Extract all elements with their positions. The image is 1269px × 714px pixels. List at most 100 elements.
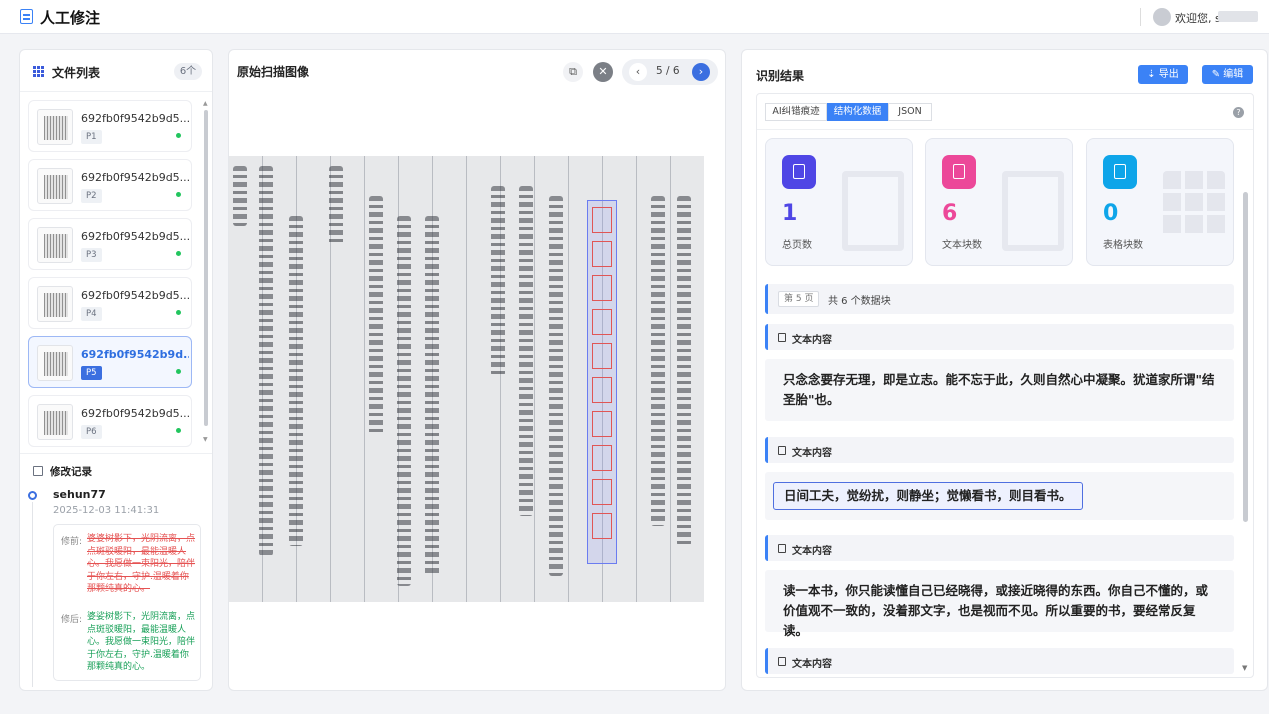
document-icon <box>778 657 786 666</box>
stat-card-pages: 1 总页数 <box>765 138 913 266</box>
stat-label: 总页数 <box>782 240 812 251</box>
file-item[interactable]: 692fb0f9542b9d5... P6 <box>28 395 192 447</box>
file-name: 692fb0f9542b9d5... <box>81 289 189 302</box>
page-info-bar: 第 5 页 共 6 个数据块 <box>765 284 1234 314</box>
stat-card-table-blocks: 0 表格块数 <box>1086 138 1234 266</box>
history-card: 修前: 婆婆树影下，光阴流离，点点斑驳暖阳，最能温暖人心。我愿做一束阳光，陪伴于… <box>53 524 201 681</box>
document-icon <box>20 9 33 24</box>
avatar[interactable] <box>1153 8 1171 26</box>
file-name: 692fb0f9542b9d... <box>81 348 189 361</box>
close-icon[interactable]: ✕ <box>593 62 613 82</box>
block-heading: 文本内容 <box>765 648 1234 674</box>
page-indicator: 5 / 6 <box>656 65 680 77</box>
handwriting-column <box>289 216 303 546</box>
page-tag: P1 <box>81 130 102 144</box>
document-watermark-icon <box>842 171 904 251</box>
stat-value: 0 <box>1103 201 1119 226</box>
text-block[interactable]: 读一本书，你只能读懂自己已经晓得，或接近晓得的东西。你自己不懂的，或价值观不一致… <box>765 570 1234 638</box>
result-scrollbar[interactable] <box>1243 192 1248 522</box>
scroll-up-icon[interactable]: ▲ <box>203 100 208 107</box>
file-item[interactable]: 692fb0f9542b9d5... P2 <box>28 159 192 211</box>
scan-panel: 原始扫描图像 ⧉ ✕ ‹ 5 / 6 › <box>228 49 726 691</box>
block-heading-label: 文本内容 <box>792 659 832 670</box>
status-dot <box>176 192 181 197</box>
result-panel: 识别结果 ⇣ 导出 ✎ 编辑 AI纠错痕迹 结构化数据 JSON ? 1 总页数… <box>741 49 1268 691</box>
handwriting-column <box>369 196 383 436</box>
result-title: 识别结果 <box>756 69 805 83</box>
prev-page-button[interactable]: ‹ <box>629 63 647 81</box>
file-name: 692fb0f9542b9d5... <box>81 112 189 125</box>
document-icon <box>782 155 816 189</box>
file-item[interactable]: 692fb0f9542b9d5... P1 <box>28 100 192 152</box>
divider <box>757 129 1253 130</box>
page-tag: 第 5 页 <box>778 291 820 307</box>
block-heading-label: 文本内容 <box>792 448 832 459</box>
status-dot <box>176 310 181 315</box>
page-tag: P5 <box>81 366 102 380</box>
handwriting-column <box>549 196 563 576</box>
edit-button[interactable]: ✎ 编辑 <box>1202 65 1253 84</box>
text-block[interactable]: 只念念要存无理，即是立志。能不忘于此，久则自然心中凝聚。犹道家所谓"结圣胎"也。 <box>765 359 1234 421</box>
tab-json[interactable]: JSON <box>888 103 932 121</box>
stat-label: 表格块数 <box>1103 240 1143 251</box>
page-tag: P6 <box>81 425 102 439</box>
handwriting-column <box>397 216 411 586</box>
handwriting-column <box>519 186 533 516</box>
stat-card-text-blocks: 6 文本块数 <box>925 138 1073 266</box>
username-redacted <box>1218 11 1258 22</box>
grid-icon <box>33 66 44 77</box>
scan-image[interactable] <box>229 156 704 602</box>
timeline-dot <box>28 491 37 500</box>
page-tag: P4 <box>81 307 102 321</box>
document-icon <box>778 446 786 455</box>
timeline-line <box>32 502 33 687</box>
status-dot <box>176 428 181 433</box>
file-name: 692fb0f9542b9d5... <box>81 230 189 243</box>
status-dot <box>176 133 181 138</box>
copy-icon[interactable]: ⧉ <box>563 62 583 82</box>
file-list: 692fb0f9542b9d5... P1 692fb0f9542b9d5...… <box>28 100 204 492</box>
handwriting-column <box>651 196 665 526</box>
selected-text[interactable]: 日间工夫，觉纷扰，则静坐；觉懒看书，则目看书。 <box>773 482 1083 510</box>
stat-label: 文本块数 <box>942 240 982 251</box>
file-name: 692fb0f9542b9d5... <box>81 171 189 184</box>
block-heading: 文本内容 <box>765 535 1234 561</box>
handwriting-column <box>233 166 247 226</box>
file-thumbnail <box>37 404 73 440</box>
document-icon <box>778 333 786 342</box>
file-count-badge: 6个 <box>174 63 202 80</box>
file-item-active[interactable]: 692fb0f9542b9d... P5 <box>28 336 192 388</box>
tab-structured-data[interactable]: 结构化数据 <box>827 103 888 121</box>
after-label: 修后: <box>61 615 83 625</box>
file-thumbnail <box>37 227 73 263</box>
text-block-icon <box>942 155 976 189</box>
history-time: 2025-12-03 11:41:31 <box>53 505 160 516</box>
history-user: sehun77 <box>53 488 106 501</box>
text-block-selected[interactable]: 日间工夫，觉纷扰，则静坐；觉懒看书，则目看书。 <box>765 472 1234 520</box>
file-list-scrollbar[interactable] <box>204 110 208 426</box>
handwriting-column <box>259 166 273 556</box>
scroll-down-icon[interactable]: ▼ <box>203 436 208 443</box>
export-button[interactable]: ⇣ 导出 <box>1138 65 1188 84</box>
page-tag: P2 <box>81 189 102 203</box>
welcome-text: 欢迎您, s <box>1175 12 1221 25</box>
selection-highlight[interactable] <box>587 200 617 564</box>
before-text: 婆婆树影下，光阴流离，点点斑驳暖阳，最能温暖人心。我愿做一束阳光，陪伴于你左右，… <box>87 534 196 594</box>
file-thumbnail <box>37 109 73 145</box>
status-dot <box>176 369 181 374</box>
before-label: 修前: <box>61 537 83 547</box>
block-heading: 文本内容 <box>765 437 1234 463</box>
block-heading-label: 文本内容 <box>792 335 832 346</box>
next-page-button[interactable]: › <box>692 63 710 81</box>
divider <box>1140 8 1141 26</box>
scroll-down-icon[interactable]: ▼ <box>1242 664 1247 672</box>
tab-ai-trace[interactable]: AI纠错痕迹 <box>765 103 827 121</box>
page-title: 人工修注 <box>40 9 101 27</box>
file-item[interactable]: 692fb0f9542b9d5... P3 <box>28 218 192 270</box>
file-thumbnail <box>37 345 73 381</box>
file-thumbnail <box>37 286 73 322</box>
pager: ‹ 5 / 6 › <box>622 59 718 85</box>
help-icon[interactable]: ? <box>1233 107 1244 118</box>
file-item[interactable]: 692fb0f9542b9d5... P4 <box>28 277 192 329</box>
document-icon <box>778 544 786 553</box>
